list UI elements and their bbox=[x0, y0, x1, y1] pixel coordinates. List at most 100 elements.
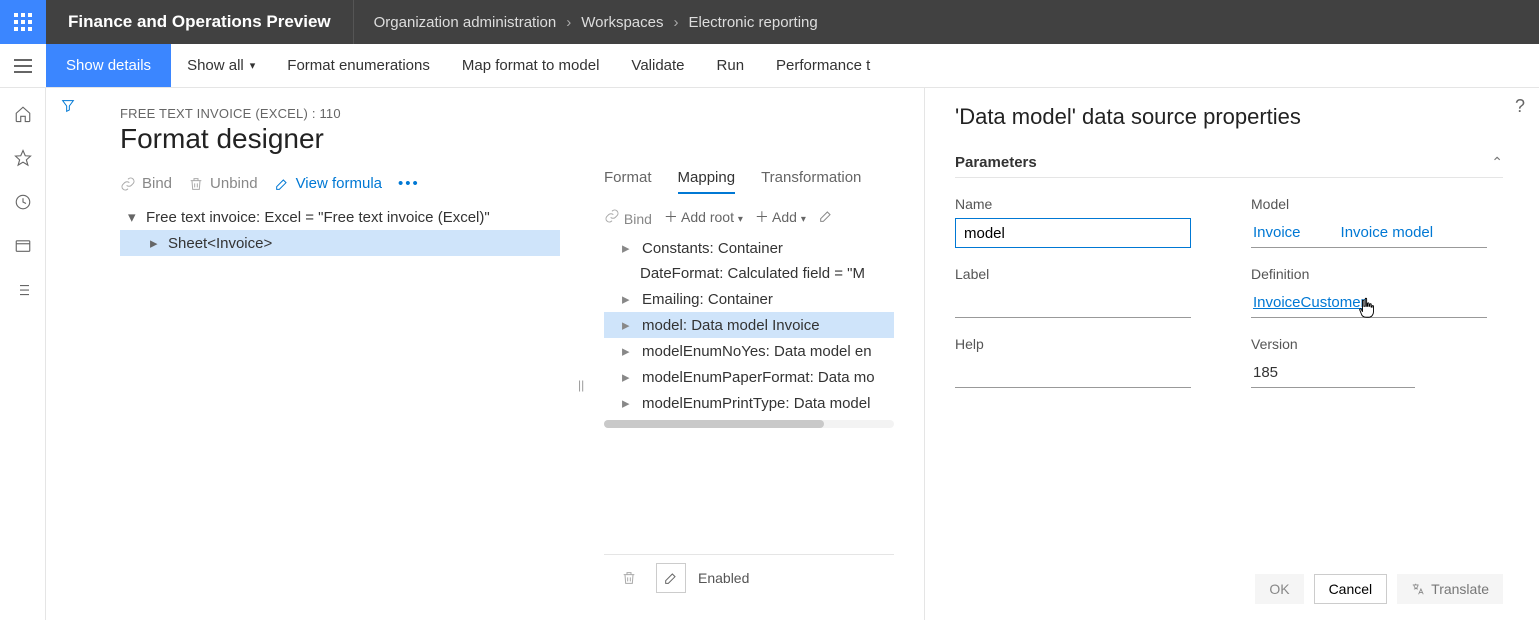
translate-icon bbox=[1411, 582, 1425, 596]
help-button[interactable]: ? bbox=[1515, 96, 1525, 117]
expand-icon: ▸ bbox=[622, 316, 634, 334]
chevron-down-icon: ▾ bbox=[738, 214, 743, 225]
ok-button[interactable]: OK bbox=[1255, 574, 1303, 604]
delete-button[interactable] bbox=[614, 563, 644, 593]
breadcrumb-item[interactable]: Electronic reporting bbox=[689, 14, 818, 31]
help-field: Help bbox=[955, 336, 1191, 388]
trash-icon bbox=[621, 570, 637, 586]
mapping-tree-item[interactable]: DateFormat: Calculated field = "M bbox=[604, 261, 894, 286]
hamburger-button[interactable] bbox=[0, 44, 46, 87]
run-button[interactable]: Run bbox=[701, 44, 761, 87]
workspaces-button[interactable] bbox=[0, 232, 46, 260]
help-input[interactable] bbox=[955, 358, 1191, 388]
filter-pane bbox=[46, 88, 90, 620]
workspace-icon bbox=[14, 237, 32, 255]
recent-button[interactable] bbox=[0, 188, 46, 216]
edit-formula-button[interactable] bbox=[656, 563, 686, 593]
chevron-up-icon: ⌃ bbox=[1491, 154, 1503, 171]
mapping-tree-item[interactable]: ▸modelEnumNoYes: Data model en bbox=[604, 338, 894, 364]
performance-button[interactable]: Performance t bbox=[760, 44, 886, 87]
definition-link[interactable]: InvoiceCustomer bbox=[1253, 294, 1366, 311]
app-launcher-button[interactable] bbox=[0, 0, 46, 44]
mapping-tree-item[interactable]: ▸Emailing: Container bbox=[604, 286, 894, 312]
tab-mapping[interactable]: Mapping bbox=[678, 169, 736, 194]
cancel-button[interactable]: Cancel bbox=[1314, 574, 1388, 604]
filter-icon bbox=[60, 98, 76, 114]
show-details-button[interactable]: Show details bbox=[46, 44, 171, 87]
mapping-tree-item[interactable]: ▸modelEnumPaperFormat: Data mo bbox=[604, 364, 894, 390]
section-label: Parameters bbox=[955, 154, 1037, 171]
horizontal-scrollbar[interactable] bbox=[604, 420, 894, 428]
version-field: Version 185 bbox=[1251, 336, 1487, 388]
mapping-tree-item[interactable]: ▸ Constants: Container bbox=[604, 235, 894, 261]
label-input[interactable] bbox=[955, 288, 1191, 318]
validate-button[interactable]: Validate bbox=[615, 44, 700, 87]
scrollbar-thumb[interactable] bbox=[604, 420, 824, 428]
expand-icon: ▸ bbox=[622, 394, 634, 412]
add-root-button[interactable]: ＋ Add root ▾ bbox=[664, 207, 743, 227]
tree-root[interactable]: ▾ Free text invoice: Excel = "Free text … bbox=[120, 204, 560, 230]
tree-root-label: Free text invoice: Excel = "Free text in… bbox=[146, 209, 490, 226]
label-label: Label bbox=[955, 266, 1191, 282]
model-link[interactable]: Invoice bbox=[1253, 224, 1301, 241]
expand-icon: ▸ bbox=[622, 239, 634, 257]
chevron-right-icon: › bbox=[674, 14, 679, 31]
model-field: Model Invoice Invoice model bbox=[1251, 196, 1487, 248]
star-icon bbox=[14, 149, 32, 167]
home-icon bbox=[14, 105, 32, 123]
map-format-to-model-button[interactable]: Map format to model bbox=[446, 44, 616, 87]
label-field: Label bbox=[955, 266, 1191, 318]
parameters-section-header[interactable]: Parameters ⌃ bbox=[955, 154, 1503, 178]
tab-format[interactable]: Format bbox=[604, 169, 652, 194]
clock-icon bbox=[14, 193, 32, 211]
enabled-label: Enabled bbox=[698, 570, 884, 586]
mapping-tree-item[interactable]: ▸ modelEnumPrintType: Data model bbox=[604, 390, 894, 416]
tree-node-label: Sheet<Invoice> bbox=[168, 235, 272, 252]
chevron-down-icon: ▾ bbox=[801, 214, 806, 225]
tab-transformation[interactable]: Transformation bbox=[761, 169, 861, 194]
breadcrumb-item[interactable]: Organization administration bbox=[374, 14, 557, 31]
tree-node-sheet[interactable]: ▸ Sheet<Invoice> bbox=[120, 230, 560, 256]
main-area: FREE TEXT INVOICE (EXCEL) : 110 Format d… bbox=[0, 88, 1539, 620]
modules-button[interactable] bbox=[0, 276, 46, 304]
view-formula-button[interactable]: View formula bbox=[274, 175, 382, 192]
add-button[interactable]: ＋ Add ▾ bbox=[755, 207, 806, 227]
version-label: Version bbox=[1251, 336, 1487, 352]
breadcrumb-item[interactable]: Workspaces bbox=[581, 14, 663, 31]
name-label: Name bbox=[955, 196, 1191, 212]
format-enumerations-button[interactable]: Format enumerations bbox=[271, 44, 446, 87]
format-tree: ▾ Free text invoice: Excel = "Free text … bbox=[120, 204, 560, 256]
splitter[interactable]: || bbox=[578, 169, 586, 601]
bind-button-right[interactable]: Bind bbox=[604, 208, 652, 227]
mapping-tree-label: Constants: Container bbox=[642, 240, 783, 257]
mapping-toolbar: Bind ＋ Add root ▾ ＋ Add ▾ bbox=[604, 207, 894, 227]
mapping-tree-label: modelEnumPrintType: Data model bbox=[642, 395, 870, 412]
edit-button[interactable] bbox=[818, 208, 834, 227]
home-button[interactable] bbox=[0, 100, 46, 128]
page-title: Format designer bbox=[120, 123, 894, 155]
favorites-button[interactable] bbox=[0, 144, 46, 172]
action-toolbar: Show details Show all ▾ Format enumerati… bbox=[0, 44, 1539, 88]
show-all-button[interactable]: Show all ▾ bbox=[171, 44, 271, 87]
nav-rail bbox=[0, 88, 46, 620]
bind-label: Bind bbox=[624, 211, 652, 227]
app-name: Finance and Operations Preview bbox=[46, 0, 354, 44]
mapping-tree: ▸ Constants: Container DateFormat: Calcula… bbox=[604, 235, 894, 416]
version-value[interactable]: 185 bbox=[1251, 358, 1415, 388]
model-link-secondary[interactable]: Invoice model bbox=[1341, 224, 1434, 241]
link-icon bbox=[120, 176, 136, 192]
waffle-icon bbox=[14, 13, 32, 31]
mapping-tree-label: modelEnumNoYes: Data model en bbox=[642, 343, 872, 360]
filter-button[interactable] bbox=[60, 98, 76, 620]
bind-button[interactable]: Bind bbox=[120, 175, 172, 192]
mapping-tabs: Format Mapping Transformation bbox=[604, 169, 894, 199]
work-area: FREE TEXT INVOICE (EXCEL) : 110 Format d… bbox=[46, 88, 925, 620]
more-button[interactable]: ••• bbox=[398, 175, 420, 192]
trash-icon bbox=[188, 176, 204, 192]
translate-button[interactable]: Translate bbox=[1397, 574, 1503, 604]
unbind-button[interactable]: Unbind bbox=[188, 175, 258, 192]
add-label: Add bbox=[772, 209, 797, 225]
mapping-tree-item[interactable]: ▸model: Data model Invoice bbox=[604, 312, 894, 338]
mapping-tree-label: modelEnumPaperFormat: Data mo bbox=[642, 369, 875, 386]
name-input[interactable] bbox=[955, 218, 1191, 248]
